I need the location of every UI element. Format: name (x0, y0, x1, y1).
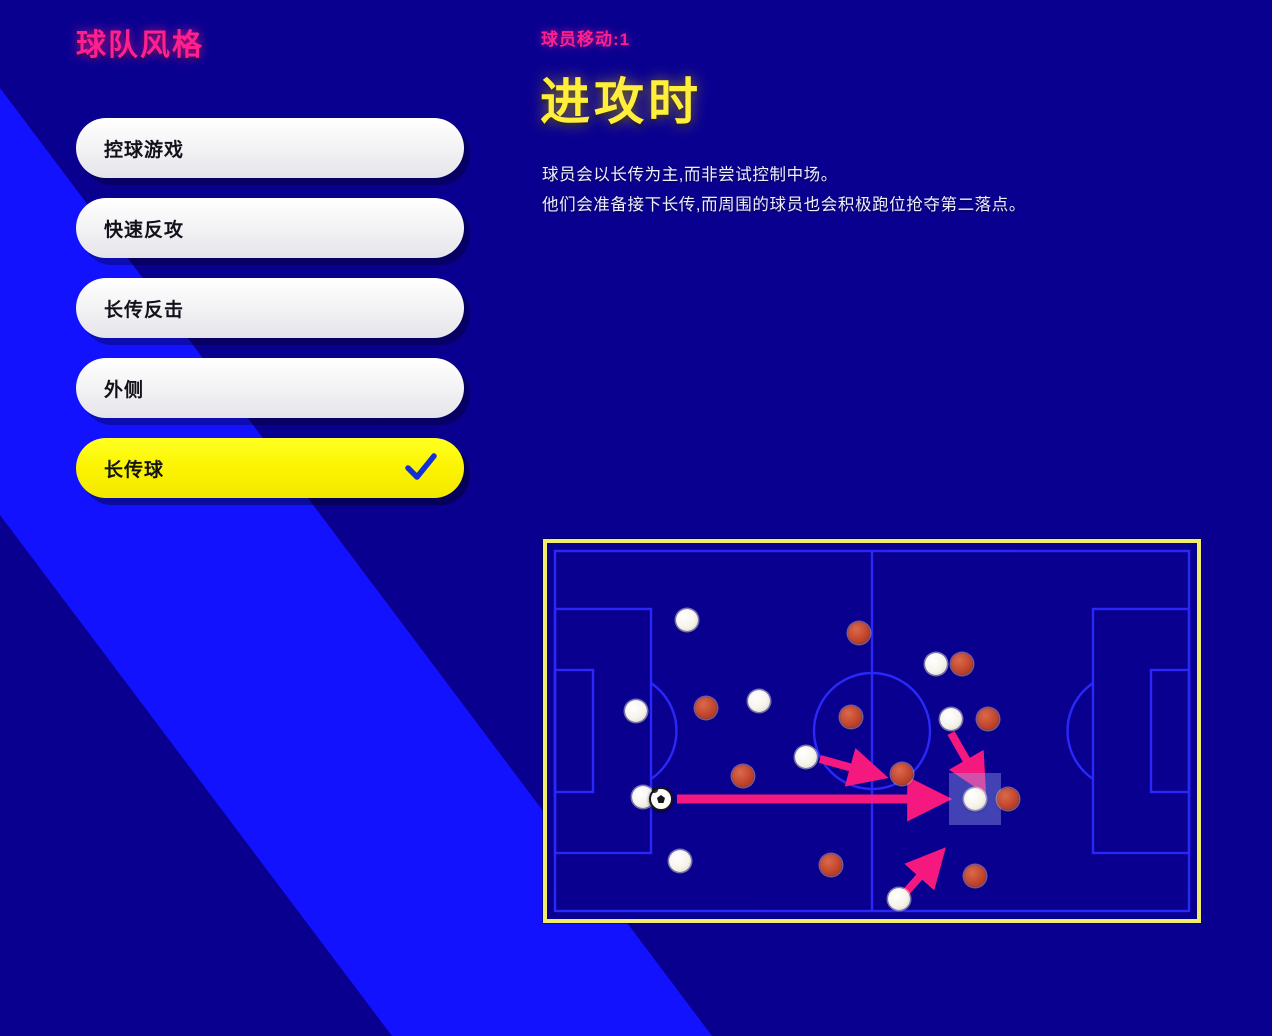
page-title: 球队风格 (76, 29, 204, 62)
player-token-red (964, 865, 986, 887)
player-token-white (669, 850, 691, 872)
team-style-list: 控球游戏 快速反攻 长传反击 外侧 长传球 (76, 118, 464, 518)
player-token-red (732, 765, 754, 787)
team-style-panel: 球队风格 控球游戏 快速反攻 长传反击 外侧 长传球 (0, 0, 500, 1036)
player-token-white (888, 888, 910, 910)
style-option-label: 快速反攻 (104, 219, 185, 241)
style-option-2[interactable]: 长传反击 (76, 278, 464, 338)
style-option-1[interactable]: 快速反攻 (76, 198, 464, 258)
player-token-red (891, 763, 913, 785)
player-token-white (940, 708, 962, 730)
player-token-red (695, 697, 717, 719)
player-token-red (951, 653, 973, 675)
soccer-ball-icon (649, 787, 673, 811)
pitch-markings (553, 549, 1191, 913)
player-movement-label: 球员移动:1 (541, 30, 631, 49)
description-line-2: 他们会准备接下长传,而周围的球员也会积极跑位抢夺第二落点。 (542, 196, 1026, 214)
style-option-4[interactable]: 长传球 (76, 438, 464, 498)
player-token-white (795, 746, 817, 768)
check-icon (404, 451, 438, 485)
player-token-white (925, 653, 947, 675)
style-option-label: 长传球 (104, 459, 165, 481)
bottom-bar: RS 头条 @PES实况联盟 (0, 960, 1272, 1036)
detail-title: 进攻时 (540, 74, 702, 130)
description-line-1: 球员会以长传为主,而非尝试控制中场。 (542, 166, 838, 184)
pitch-field (547, 543, 1197, 919)
player-token-red (977, 708, 999, 730)
player-token-red (997, 788, 1019, 810)
second-ball-arrow (947, 731, 987, 795)
player-token-white (625, 700, 647, 722)
style-option-3[interactable]: 外侧 (76, 358, 464, 418)
player-token-red (840, 706, 862, 728)
player-token-white (676, 609, 698, 631)
style-option-label: 外侧 (104, 379, 145, 401)
style-option-label: 长传反击 (104, 299, 185, 321)
support-run-arrow (818, 748, 889, 787)
detail-description: 球员会以长传为主,而非尝试控制中场。 他们会准备接下长传,而周围的球员也会积极跑… (542, 160, 1202, 220)
tactics-pitch-diagram (543, 539, 1201, 923)
screen-root: 球队风格 控球游戏 快速反攻 长传反击 外侧 长传球 球员移动:1 进攻时 球员… (0, 0, 1272, 1036)
player-token-red (820, 854, 842, 876)
player-token-white (748, 690, 770, 712)
style-option-label: 控球游戏 (104, 139, 185, 161)
player-token-white-selected (964, 788, 986, 810)
player-token-red (848, 622, 870, 644)
style-option-0[interactable]: 控球游戏 (76, 118, 464, 178)
